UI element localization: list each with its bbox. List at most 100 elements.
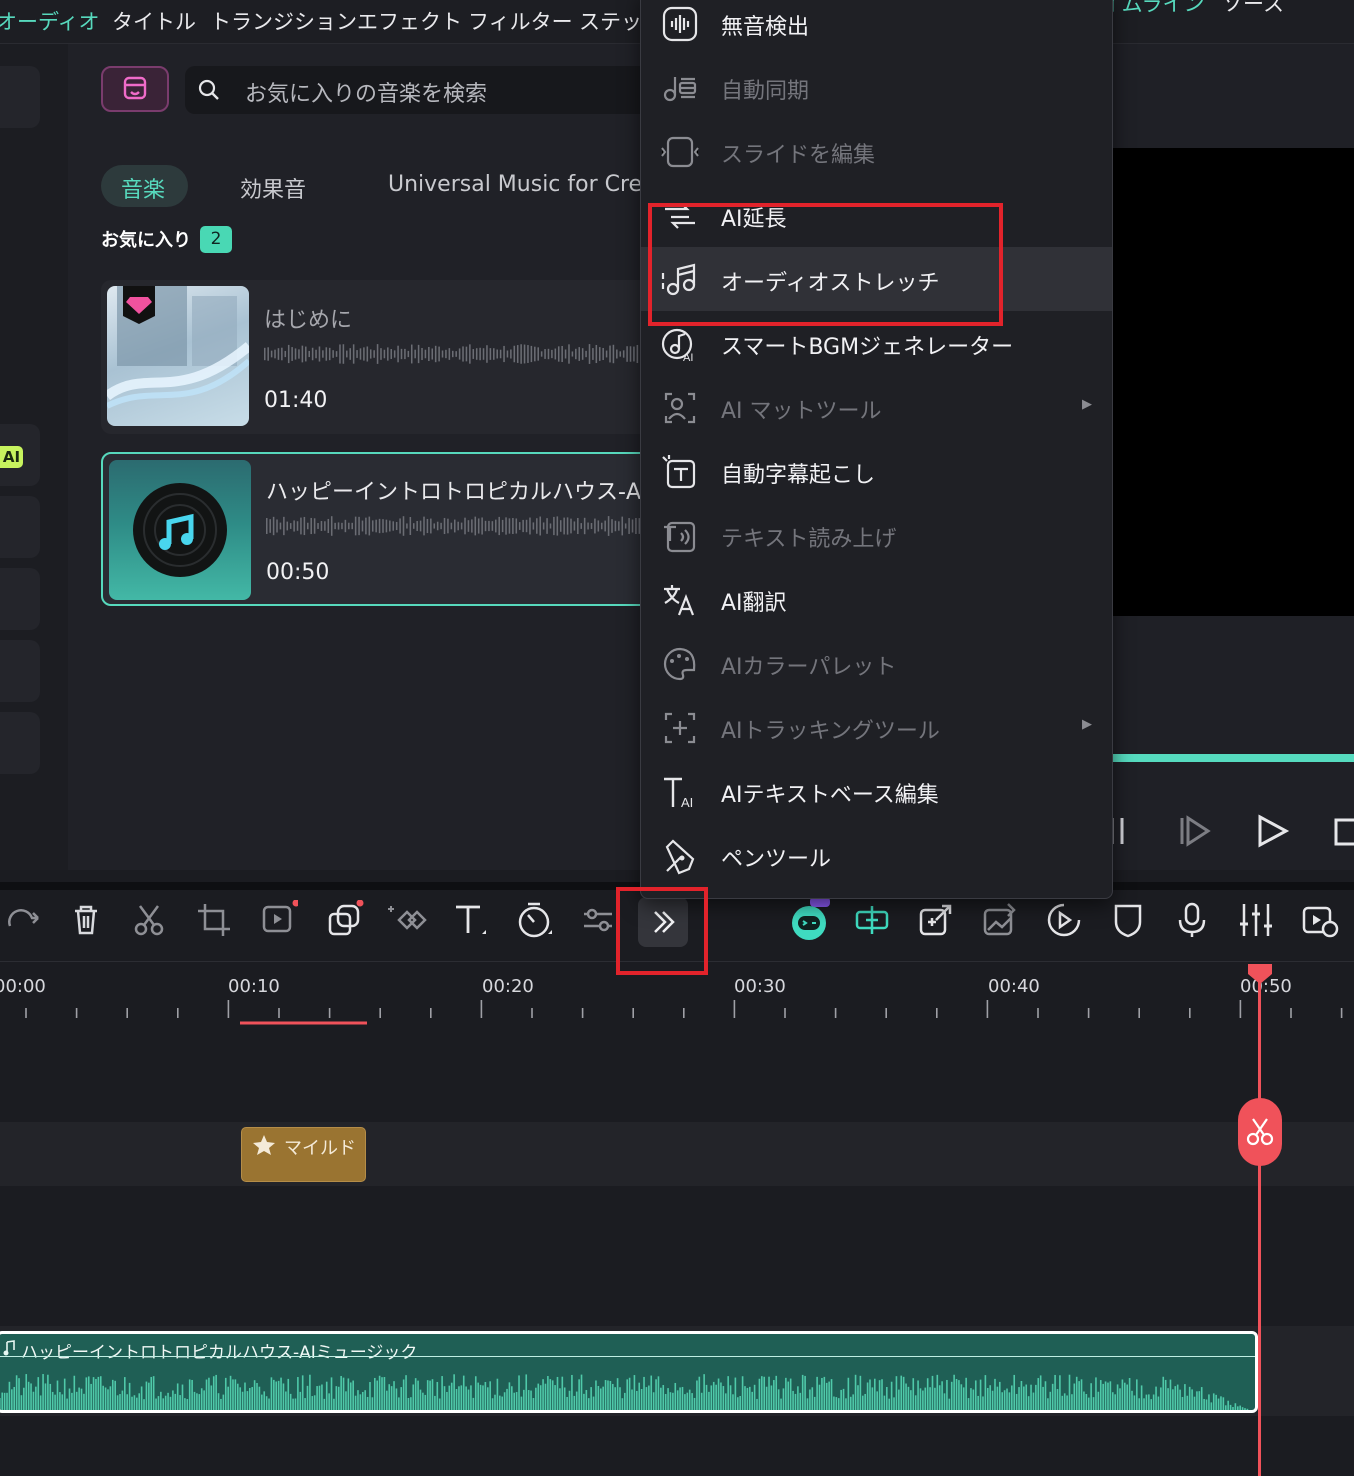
menu-item-ai-translate[interactable]: AI翻訳 <box>641 567 1112 631</box>
next-frame-icon[interactable] <box>1176 812 1212 850</box>
music-duration: 01:40 <box>264 388 328 413</box>
svg-text:AI: AI <box>681 795 693 810</box>
menu-item-ai-color-palette[interactable]: AIカラーパレット <box>641 631 1112 695</box>
ruler-label: 00:40 <box>988 976 1040 997</box>
play-icon[interactable] <box>1254 812 1290 850</box>
preview-canvas <box>1113 148 1354 616</box>
speed-icon[interactable] <box>514 900 554 940</box>
menu-item-pen-tool[interactable]: ペンツール <box>641 823 1112 887</box>
delete-icon[interactable] <box>66 900 106 940</box>
menu-item-label: ペンツール <box>721 847 832 872</box>
pen-tool-icon <box>665 839 695 875</box>
menu-item-ai-text-based-editing[interactable]: AI AIテキストベース編集 <box>641 759 1112 823</box>
ai-edit-icon[interactable] <box>258 900 298 940</box>
smart-bgm-icon: AI <box>661 328 693 363</box>
premium-gem-icon <box>123 286 155 324</box>
ai-badge: AI <box>0 446 23 468</box>
split-scissors-icon[interactable] <box>129 900 169 940</box>
search-icon <box>198 79 219 100</box>
menu-item-edit-slides[interactable]: スライドを編集 <box>641 119 1112 183</box>
strip-tile[interactable] <box>0 66 40 128</box>
menu-item-label: AI マットツール <box>721 399 882 424</box>
track-row-effects <box>0 1122 1354 1186</box>
effect-clip-label: マイルド <box>284 1138 356 1159</box>
playback-progress-bar[interactable] <box>1113 754 1354 762</box>
ruler-label: 00:20 <box>482 976 534 997</box>
tab-sound-effects[interactable]: 効果音 <box>240 172 306 204</box>
auto-reframe-icon[interactable] <box>852 900 892 940</box>
menu-audio[interactable]: オーディオ <box>0 6 100 36</box>
playhead-handle[interactable] <box>1246 962 1274 986</box>
waveform-icon <box>662 6 698 42</box>
more-tools-dropdown: 無音検出 自動同期 スライドを編集 AI延長 オーディオストレッチ AI スマー… <box>640 0 1113 899</box>
crop-icon[interactable] <box>194 900 234 940</box>
ai-color-palette-icon <box>663 647 696 681</box>
menu-item-label: 自動字幕起こし <box>721 463 876 488</box>
text-icon[interactable] <box>450 900 490 940</box>
menu-item-ai-tracking[interactable]: AIトラッキングツール ▶ <box>641 695 1112 759</box>
menu-item-text-to-speech[interactable]: テキスト読み上げ <box>641 503 1112 567</box>
highlight-box-audio-stretch <box>648 203 1003 326</box>
export-clip-icon[interactable] <box>916 900 956 940</box>
audio-sync-icon[interactable] <box>1044 900 1084 940</box>
music-title: ハッピーイントロトロピカルハウス-AIミュージック <box>266 480 640 505</box>
effect-clip[interactable]: マイルド <box>241 1127 366 1182</box>
menu-filters[interactable]: フィルター <box>468 6 573 36</box>
shield-marker-icon[interactable] <box>1108 900 1148 940</box>
menu-item-label: スマートBGMジェネレーター <box>721 335 1014 360</box>
strip-tile[interactable] <box>0 568 40 630</box>
music-card-selected[interactable]: ハッピーイントロトロピカルハウス-AIミュージック 00:50 <box>101 452 661 606</box>
svg-text:AI: AI <box>683 352 693 363</box>
menu-transitions[interactable]: トランジション <box>210 6 357 36</box>
menu-item-label: 無音検出 <box>721 15 810 40</box>
strip-tile[interactable] <box>0 496 40 558</box>
menu-item-ai-matte[interactable]: AI マットツール ▶ <box>641 375 1112 439</box>
menu-item-label: テキスト読み上げ <box>721 527 897 552</box>
menu-item-label: AIテキストベース編集 <box>721 783 939 808</box>
music-card[interactable]: はじめに 01:40 <box>101 280 661 434</box>
menu-effects[interactable]: エフェクト <box>357 6 462 36</box>
tab-source[interactable]: ソース <box>1222 0 1284 18</box>
keyframe-icon[interactable] <box>387 900 427 940</box>
ai-matte-icon <box>664 392 696 424</box>
sync-icon <box>663 77 697 102</box>
music-title: はじめに <box>264 308 353 333</box>
adjust-icon[interactable] <box>578 900 618 940</box>
left-category-strip: AI <box>0 44 68 870</box>
store-button[interactable] <box>101 66 169 112</box>
menu-titles[interactable]: タイトル <box>112 6 196 36</box>
audio-mixer-icon[interactable] <box>1236 900 1276 940</box>
waveform-preview <box>266 516 641 536</box>
tab-music[interactable]: 音楽 <box>121 172 165 204</box>
music-duration: 00:50 <box>266 560 330 585</box>
image-ai-icon[interactable] <box>980 900 1020 940</box>
auto-caption-icon <box>662 455 696 489</box>
menu-item-auto-sync[interactable]: 自動同期 <box>641 55 1112 119</box>
search-box[interactable]: お気に入りの音楽を検索 <box>185 66 655 114</box>
menu-item-auto-captions[interactable]: 自動字幕起こし <box>641 439 1112 503</box>
strip-tile-ai[interactable]: AI <box>0 424 40 486</box>
playhead-line[interactable] <box>1258 980 1261 1476</box>
menu-item-silence-detection[interactable]: 無音検出 <box>641 0 1112 55</box>
mask-icon[interactable] <box>324 900 364 940</box>
audio-waveform <box>0 1374 1249 1410</box>
highlight-box-more-tools <box>616 887 708 975</box>
ai-text-edit-icon: AI <box>664 777 693 810</box>
store-icon <box>123 76 147 100</box>
ruler-label: 00:10 <box>228 976 280 997</box>
strip-tile[interactable] <box>0 640 40 702</box>
tab-universal-music[interactable]: Universal Music for Creators <box>388 172 640 197</box>
stop-icon[interactable] <box>1332 814 1354 848</box>
preview-render-icon[interactable] <box>1300 900 1340 940</box>
audio-clip[interactable]: ハッピーイントロトロピカルハウス-AIミュージック <box>0 1331 1258 1413</box>
microphone-icon[interactable] <box>1172 900 1212 940</box>
playhead-split-button[interactable] <box>1238 1098 1282 1166</box>
clip-divider <box>0 1356 1255 1357</box>
strip-tile[interactable] <box>0 712 40 774</box>
ai-copilot-icon[interactable] <box>788 896 832 944</box>
redo-icon[interactable] <box>4 900 44 940</box>
text-to-speech-icon <box>664 521 696 553</box>
search-input[interactable]: お気に入りの音楽を検索 <box>245 76 487 108</box>
ruler-label: 00:30 <box>734 976 786 997</box>
favorites-count-badge: 2 <box>200 226 232 253</box>
